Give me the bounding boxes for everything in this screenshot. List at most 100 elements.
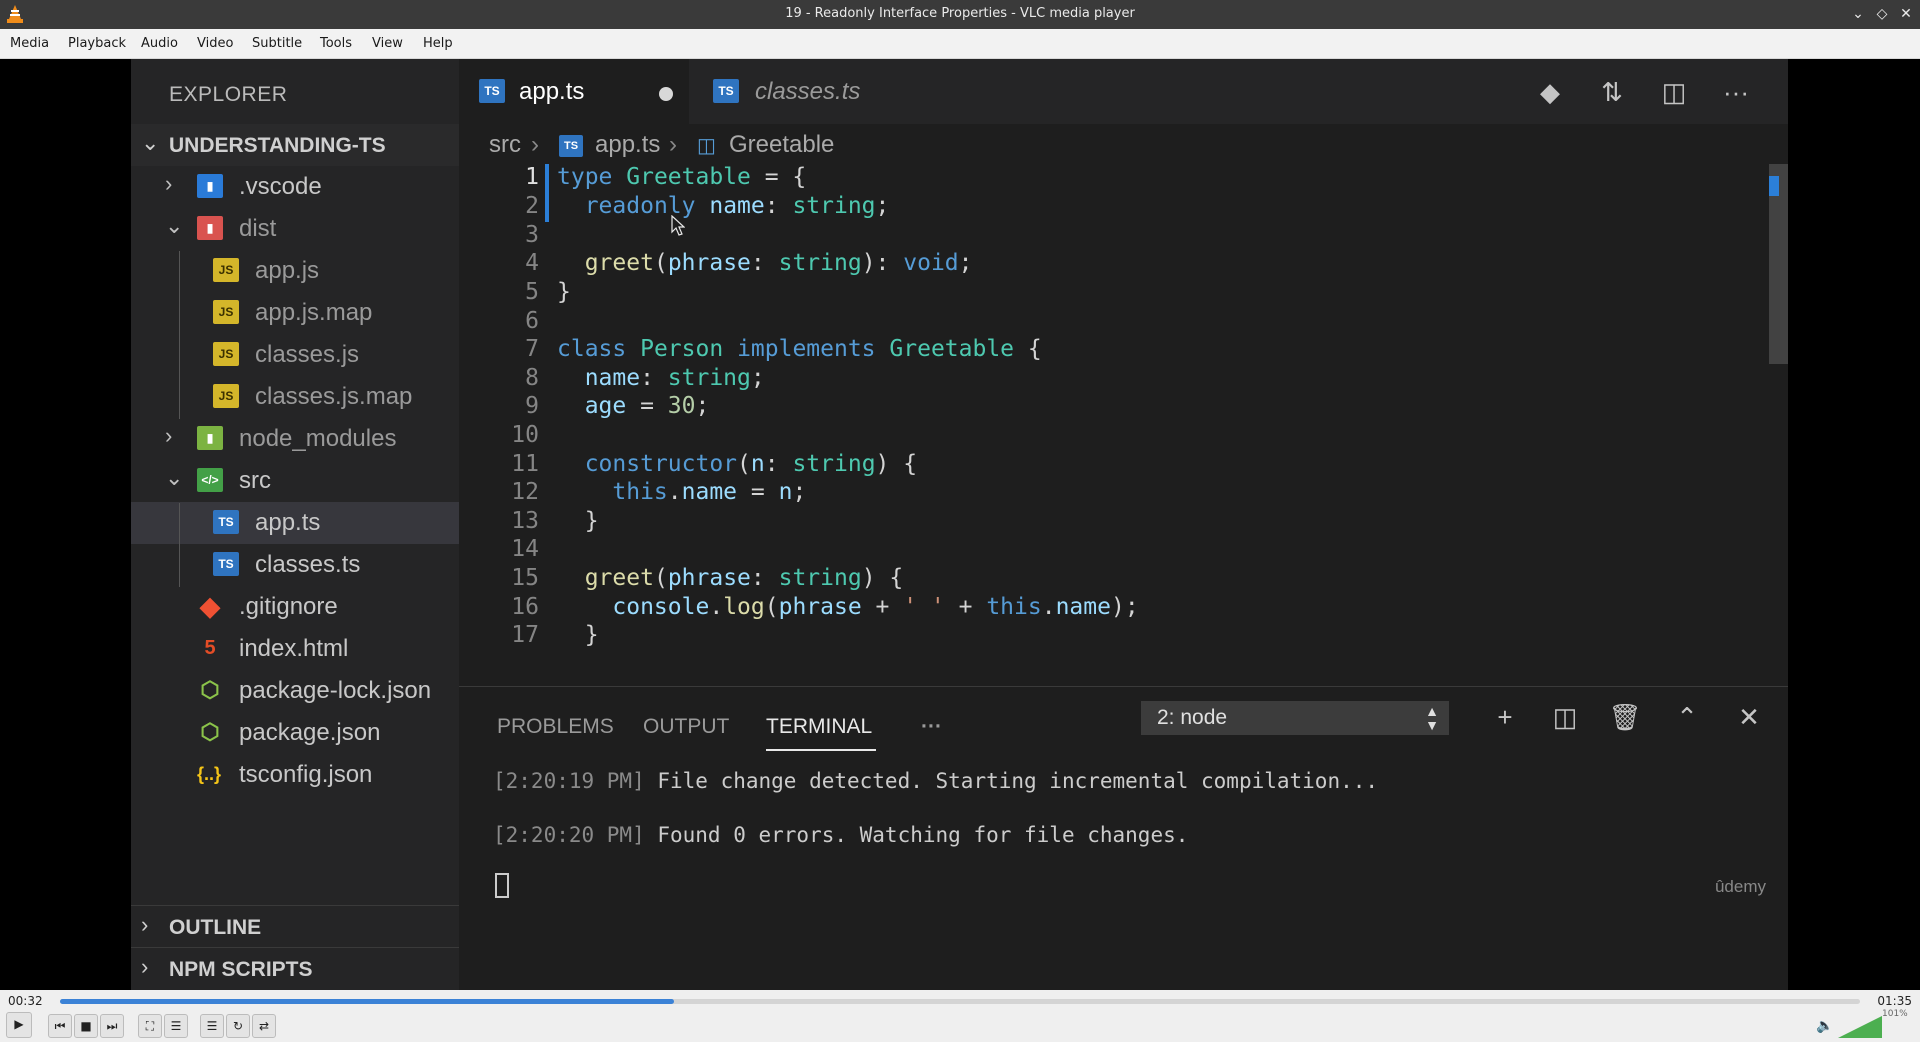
tree-item-package-json: ⬡ package.json: [131, 712, 459, 754]
code-line: this.name = n;: [612, 479, 807, 505]
tab-app-ts: TS app.ts: [459, 59, 689, 124]
chevron-down-icon: ⌄: [165, 465, 184, 490]
udemy-watermark: ûdemy: [1714, 877, 1766, 896]
tree-item-label: index.html: [239, 635, 349, 662]
video-frame: EXPLORER ⌄ UNDERSTANDING-TS › ▮ .vscode …: [131, 59, 1788, 990]
code-line: greet(phrase: string): void;: [584, 250, 973, 276]
tree-item-app-js: JS app.js: [131, 250, 459, 292]
code-line: }: [557, 508, 599, 534]
new-terminal-icon: +: [1497, 702, 1513, 732]
js-file-icon: JS: [213, 342, 239, 366]
split-terminal-icon: ◫: [1552, 702, 1578, 732]
menu-audio[interactable]: Audio: [141, 36, 178, 51]
terminal-select-value: 2: node: [1157, 706, 1228, 729]
line-number: 7: [525, 336, 539, 362]
speaker-icon[interactable]: 🔈: [1816, 1018, 1833, 1034]
window-title: 19 - Readonly Interface Properties - VLC…: [785, 6, 1135, 21]
folder-dist-icon: ▮: [197, 216, 223, 240]
tree-item-label: tsconfig.json: [239, 761, 373, 788]
tree-item-label: app.js: [255, 257, 320, 284]
menu-tools[interactable]: Tools: [320, 36, 352, 51]
fullscreen-button[interactable]: ⛶: [138, 1014, 162, 1038]
close-icon[interactable]: ✕: [1896, 4, 1916, 24]
split-editor-icon: ◫: [1661, 77, 1687, 107]
unsaved-dot-icon: [659, 87, 673, 101]
editor-tabs: TS app.ts TS classes.ts ◆ ⇅ ◫ ···: [459, 59, 1788, 124]
line-number: 15: [511, 565, 539, 591]
tab-problems: PROBLEMS: [497, 715, 614, 738]
git-compare-icon: ◆: [1540, 77, 1560, 107]
code-line: age = 30;: [584, 393, 710, 419]
tree-item-package-lock: ⬡ package-lock.json: [131, 670, 459, 712]
terminal-text: Found 0 errors. Watching for file change…: [644, 823, 1189, 847]
code-line: }: [557, 622, 599, 648]
symbol-interface-icon: ◫: [697, 135, 716, 157]
tree-item-label: src: [239, 467, 271, 494]
ts-file-icon: TS: [213, 510, 239, 534]
terminal-timestamp: [2:20:20 PM]: [493, 823, 645, 847]
ts-file-icon: TS: [713, 79, 739, 103]
playlist-button[interactable]: ☰: [200, 1014, 224, 1038]
terminal-cursor: [495, 873, 509, 898]
ts-file-icon: TS: [479, 79, 505, 103]
tree-item-app-ts: TS app.ts: [131, 502, 459, 544]
chevron-down-icon: ⌄: [165, 213, 184, 238]
ts-file-icon: TS: [213, 552, 239, 576]
tree-item-label: node_modules: [239, 425, 397, 452]
tree-item-dist: ⌄ ▮ dist: [131, 208, 459, 250]
line-number: 17: [511, 622, 539, 648]
shuffle-button[interactable]: ⇄: [252, 1014, 276, 1038]
menu-bar: Media Playback Audio Video Subtitle Tool…: [0, 29, 1920, 59]
terminal-line: [2:20:20 PM] Found 0 errors. Watching fo…: [493, 823, 1188, 847]
tab-label: app.ts: [519, 78, 585, 105]
tree-item-label: .vscode: [239, 173, 322, 200]
line-number: 6: [525, 308, 539, 334]
menu-video[interactable]: Video: [197, 36, 233, 51]
menu-help[interactable]: Help: [423, 36, 453, 51]
menu-subtitle[interactable]: Subtitle: [252, 36, 302, 51]
tab-label: classes.ts: [755, 78, 861, 105]
tree-item-classes-js-map: JS classes.js.map: [131, 376, 459, 418]
extended-settings-button[interactable]: ☰: [164, 1014, 188, 1038]
code-editor: 1 2 3 4 5 6 7 8 9 10 11 12 13 14 15 16 1…: [459, 164, 1788, 684]
volume-slider[interactable]: [1838, 1016, 1882, 1038]
code-line: name: string;: [584, 365, 765, 391]
js-file-icon: JS: [213, 258, 239, 282]
line-number: 5: [525, 279, 539, 305]
terminal-text: File change detected. Starting increment…: [644, 769, 1379, 793]
more-actions-icon: ···: [1723, 77, 1749, 107]
tree-item-label: classes.js.map: [255, 383, 413, 410]
previous-button[interactable]: ⏮: [48, 1014, 72, 1038]
menu-view[interactable]: View: [372, 36, 403, 51]
npm-json-icon: ⬡: [200, 677, 220, 702]
next-button[interactable]: ⏭: [100, 1014, 124, 1038]
chevron-down-icon: ⌄: [141, 130, 160, 155]
chevron-right-icon: ›: [531, 131, 539, 158]
maximize-icon[interactable]: ◇: [1872, 4, 1892, 24]
menu-playback[interactable]: Playback: [68, 36, 126, 51]
folder-vscode-icon: ▮: [197, 174, 223, 198]
folder-node-icon: ▮: [197, 426, 223, 450]
line-number: 16: [511, 594, 539, 620]
loop-button[interactable]: ↻: [226, 1014, 250, 1038]
line-number: 9: [525, 393, 539, 419]
minimize-icon[interactable]: ⌄: [1848, 4, 1868, 24]
menu-media[interactable]: Media: [10, 36, 49, 51]
tree-item-label: app.ts: [255, 509, 321, 536]
tree-item-tsconfig: {..} tsconfig.json: [131, 754, 459, 796]
breadcrumb-symbol: Greetable: [729, 131, 835, 158]
video-area[interactable]: EXPLORER ⌄ UNDERSTANDING-TS › ▮ .vscode …: [0, 59, 1920, 990]
play-button[interactable]: ▶: [6, 1012, 32, 1038]
outline-label: OUTLINE: [169, 916, 262, 939]
tree-item-src: ⌄ </> src: [131, 460, 459, 502]
seek-bar[interactable]: [60, 999, 1860, 1004]
tab-classes-ts: TS classes.ts: [693, 59, 923, 124]
html5-icon: 5: [204, 637, 216, 659]
code-line: console.log(phrase + ' ' + this.name);: [612, 594, 1139, 620]
tree-item-gitignore: ◆ .gitignore: [131, 586, 459, 628]
line-number: 11: [511, 451, 539, 477]
tree-item-label: package.json: [239, 719, 381, 746]
stop-button[interactable]: ■: [74, 1014, 98, 1038]
chevron-up-icon: ⌃: [1676, 702, 1698, 732]
